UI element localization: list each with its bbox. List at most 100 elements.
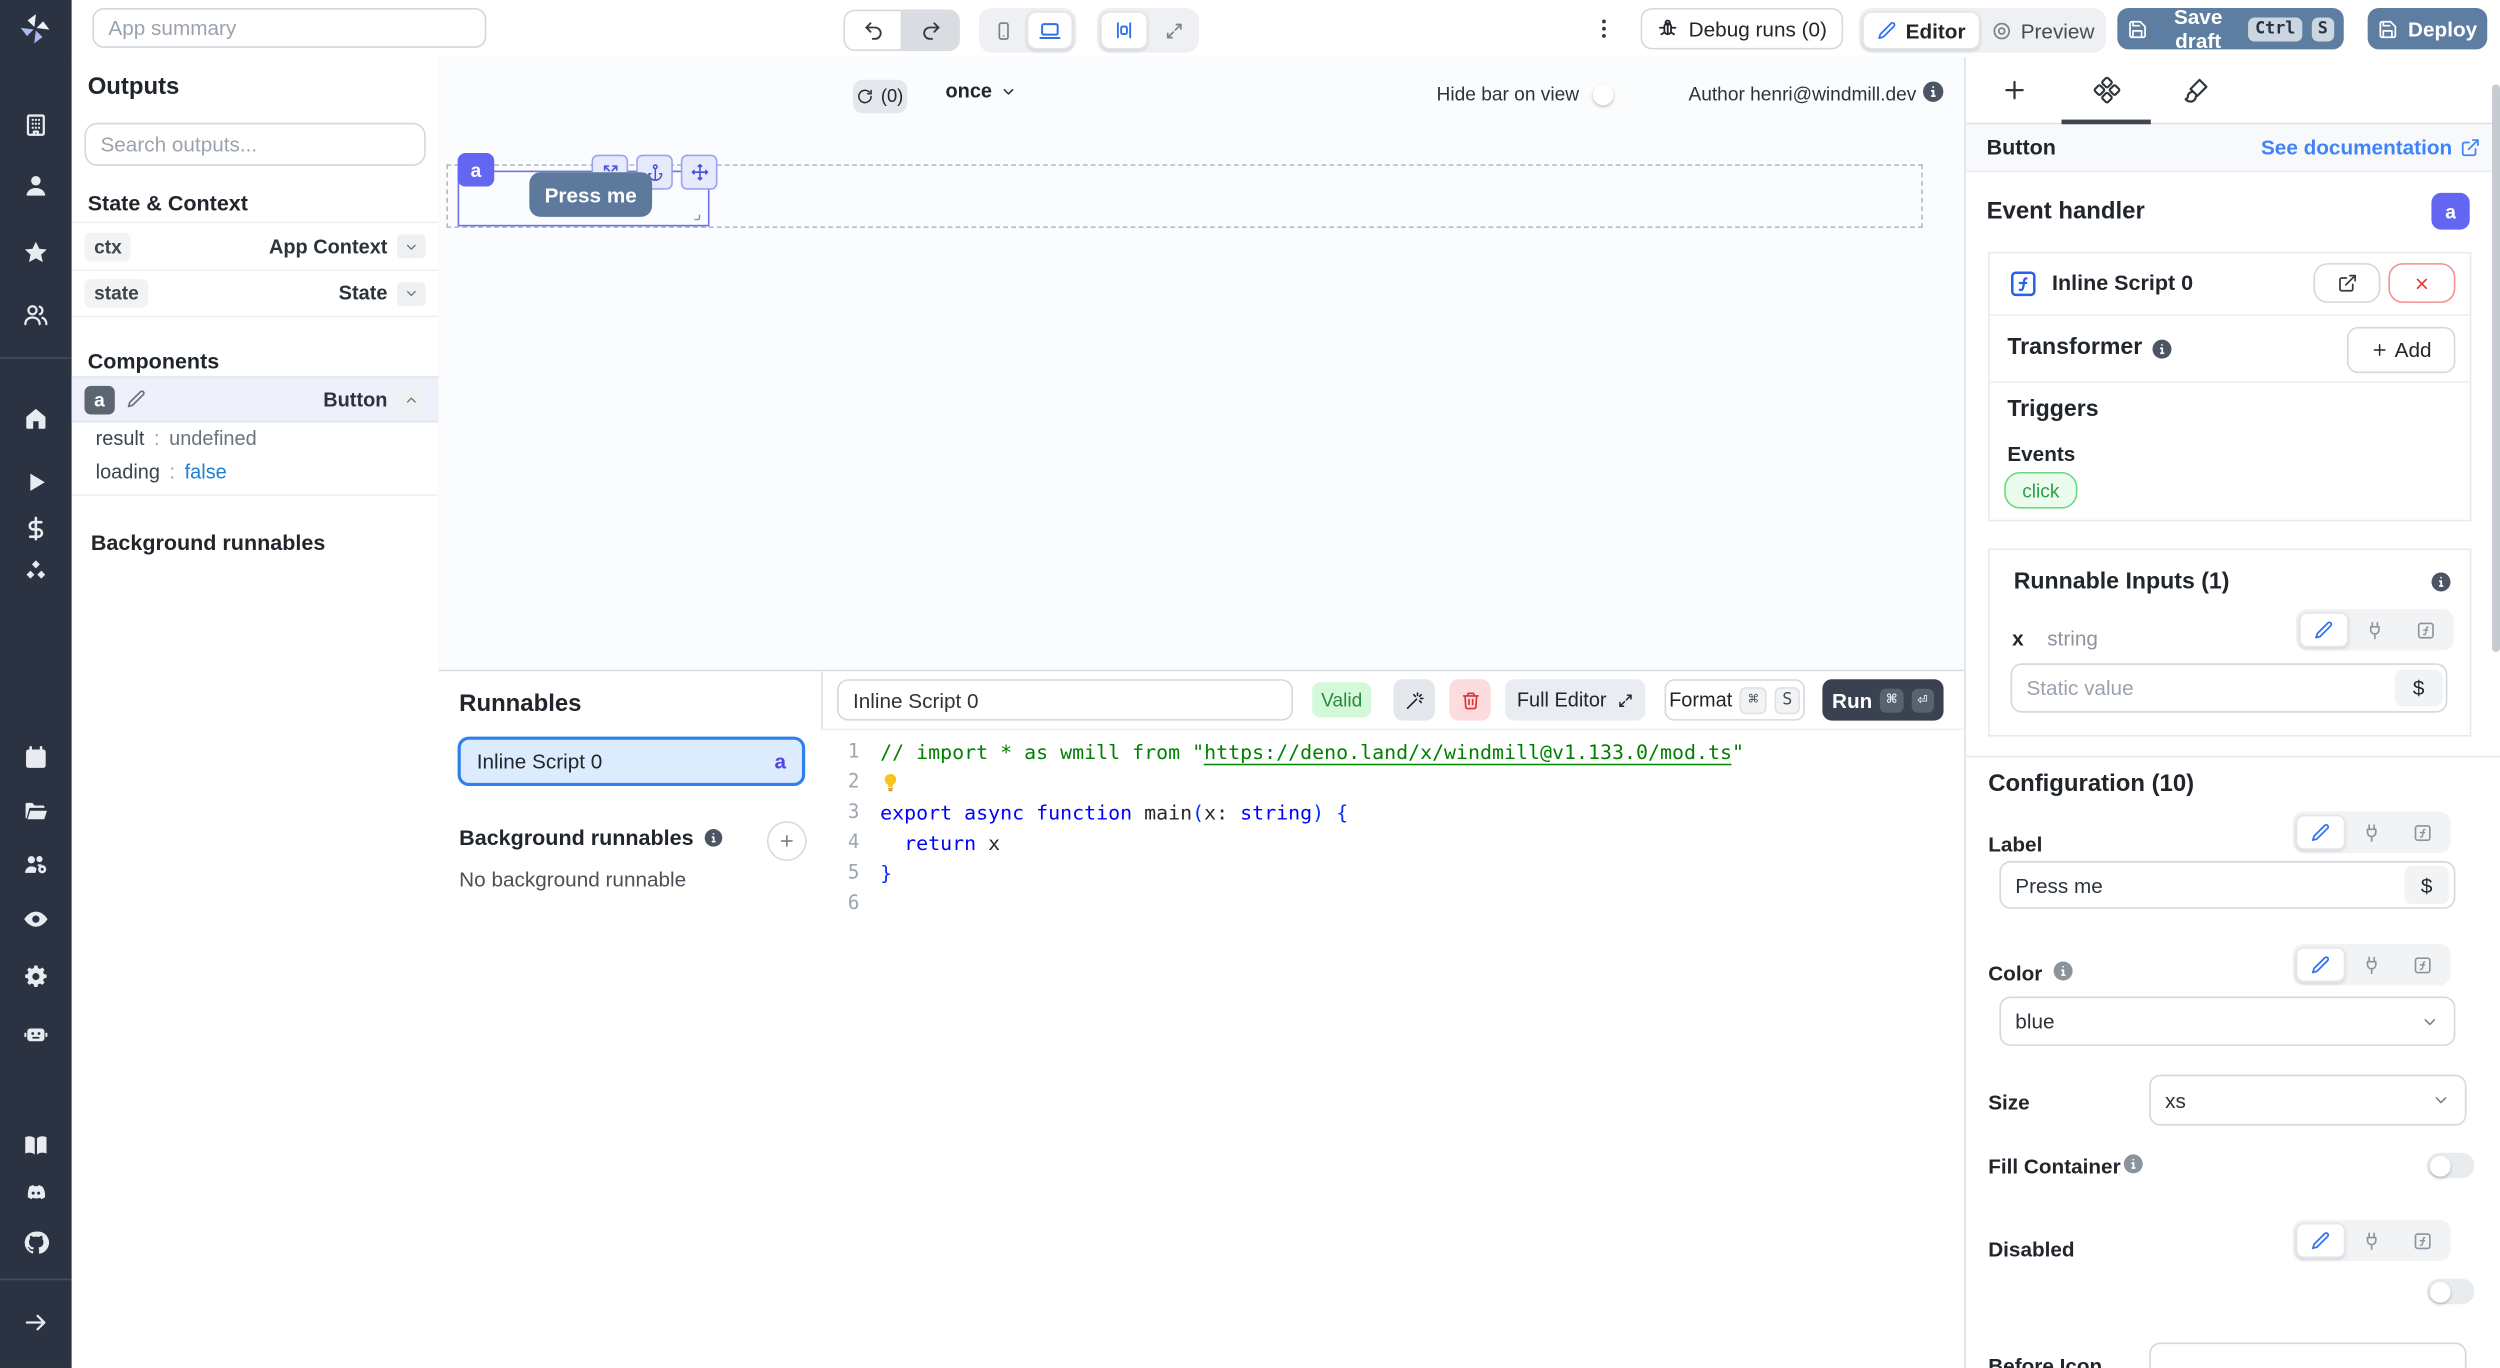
users-gear-icon[interactable] <box>22 851 49 878</box>
code-line[interactable]: 3export async function main(x: string) { <box>821 797 1964 827</box>
refresh-button[interactable]: (0) <box>853 80 907 113</box>
connect-mode-button[interactable] <box>2347 1223 2396 1258</box>
arrow-right-icon[interactable] <box>22 1309 49 1336</box>
app-canvas[interactable]: (0) once Hide bar on view Author henri@w… <box>438 57 1964 669</box>
book-icon[interactable] <box>22 1132 49 1159</box>
eval-mode-button[interactable] <box>2401 612 2450 647</box>
move-component-button[interactable] <box>681 155 718 190</box>
info-icon[interactable] <box>2151 338 2173 360</box>
calendar-icon[interactable] <box>22 745 49 772</box>
script-name-input[interactable] <box>837 679 1293 720</box>
lightbulb-icon[interactable] <box>880 772 901 793</box>
static-mode-button[interactable] <box>2296 947 2345 982</box>
eval-mode-button[interactable] <box>2398 1223 2447 1258</box>
open-script-button[interactable] <box>2313 263 2380 303</box>
state-expand-button[interactable] <box>397 281 426 305</box>
kebab-menu-icon[interactable] <box>1591 16 1617 42</box>
add-background-runnable-button[interactable] <box>767 821 807 861</box>
fullscreen-button[interactable] <box>1151 13 1196 48</box>
full-editor-button[interactable]: Full Editor <box>1505 679 1645 720</box>
undo-button[interactable] <box>845 11 901 49</box>
play-icon[interactable] <box>22 469 49 496</box>
panel-scrollbar[interactable] <box>2492 85 2500 653</box>
add-component-tab[interactable] <box>2001 77 2028 104</box>
eye-icon[interactable] <box>22 906 49 933</box>
home-icon[interactable] <box>22 405 49 432</box>
github-icon[interactable] <box>22 1229 49 1256</box>
eval-mode-button[interactable] <box>2398 947 2447 982</box>
code-line[interactable]: 6 <box>821 888 1964 918</box>
discord-icon[interactable] <box>22 1180 49 1207</box>
redo-button[interactable] <box>901 11 958 49</box>
remove-script-button[interactable] <box>2388 263 2455 303</box>
info-icon[interactable] <box>703 827 724 848</box>
code-line[interactable]: 2 <box>821 767 1964 797</box>
size-select[interactable]: xs <box>2149 1075 2466 1126</box>
disabled-toggle[interactable] <box>2427 1279 2475 1305</box>
folder-icon[interactable] <box>22 797 49 824</box>
code-line[interactable]: 5} <box>821 858 1964 888</box>
static-mode-button[interactable] <box>2296 1223 2345 1258</box>
result-row: result : undefined <box>96 427 257 449</box>
component-settings-tab[interactable] <box>2093 77 2120 104</box>
center-content-button[interactable] <box>1100 11 1148 49</box>
code-line[interactable]: 1// import * as wmill from "https://deno… <box>821 737 1964 767</box>
app-summary-input[interactable] <box>92 8 486 48</box>
boxes-icon[interactable] <box>22 558 49 585</box>
before-icon-select[interactable] <box>2149 1342 2466 1368</box>
output-row-ctx[interactable]: ctx App Context <box>72 222 439 270</box>
eval-mode-button[interactable] <box>2398 815 2447 850</box>
corner-resize-icon[interactable] <box>686 206 704 224</box>
save-draft-button[interactable]: Save draft Ctrl S <box>2117 8 2343 49</box>
runnable-item-inline-script-0[interactable]: Inline Script 0 a <box>458 737 806 786</box>
info-icon[interactable] <box>1921 80 1945 104</box>
gear-icon[interactable] <box>22 963 49 990</box>
schedule-dropdown[interactable]: once <box>945 80 1017 102</box>
building-icon[interactable] <box>22 112 49 139</box>
ctx-type: App Context <box>269 235 387 257</box>
press-me-button[interactable]: Press me <box>529 172 652 217</box>
output-row-state[interactable]: state State <box>72 269 439 317</box>
styling-tab[interactable] <box>2183 77 2210 104</box>
users-icon[interactable] <box>22 301 49 328</box>
static-value-input[interactable] <box>2011 663 2448 712</box>
user-icon[interactable] <box>22 172 49 199</box>
ctx-expand-button[interactable] <box>397 234 426 258</box>
component-row-a[interactable]: a Button <box>72 376 439 422</box>
connect-mode-button[interactable] <box>2347 947 2396 982</box>
run-button[interactable]: Run ⌘ ⏎ <box>1822 679 1943 720</box>
star-icon[interactable] <box>22 239 49 266</box>
delete-script-button[interactable] <box>1449 679 1490 720</box>
robot-icon[interactable] <box>22 1020 49 1047</box>
code-line[interactable]: 4 return x <box>821 827 1964 857</box>
fill-container-toggle[interactable] <box>2427 1153 2475 1179</box>
debug-runs-button[interactable]: Debug runs (0) <box>1641 8 1843 49</box>
search-outputs-input[interactable] <box>85 123 426 166</box>
info-icon[interactable] <box>2430 571 2452 593</box>
rail-divider <box>0 357 72 359</box>
deploy-button[interactable]: Deploy <box>2368 8 2488 49</box>
component-collapse-button[interactable] <box>397 387 426 411</box>
tab-editor[interactable]: Editor <box>1862 11 1980 49</box>
info-icon[interactable] <box>2122 1153 2144 1175</box>
mobile-view-button[interactable] <box>982 13 1023 48</box>
static-mode-button[interactable] <box>2299 612 2348 647</box>
connect-mode-button[interactable] <box>2347 815 2396 850</box>
dollar-template-button[interactable]: $ <box>2404 866 2449 904</box>
color-select[interactable]: blue <box>1999 996 2455 1045</box>
connect-mode-button[interactable] <box>2350 612 2399 647</box>
info-icon[interactable] <box>2052 960 2074 982</box>
add-transformer-button[interactable]: Add <box>2347 327 2455 373</box>
static-mode-button[interactable] <box>2296 815 2345 850</box>
code-editor[interactable]: 1// import * as wmill from "https://deno… <box>821 730 1964 1368</box>
label-value-input[interactable] <box>1999 861 2455 909</box>
rename-pencil-icon[interactable] <box>125 389 146 410</box>
see-documentation-link[interactable]: See documentation <box>2261 136 2481 160</box>
format-button[interactable]: Format ⌘ S <box>1665 679 1805 720</box>
ai-wand-button[interactable] <box>1393 679 1434 720</box>
dollar-icon[interactable] <box>22 515 49 542</box>
windmill-logo-icon[interactable] <box>18 11 53 46</box>
dollar-template-button[interactable]: $ <box>2395 670 2443 707</box>
desktop-view-button[interactable] <box>1027 11 1073 49</box>
tab-preview[interactable]: Preview <box>1983 13 2103 48</box>
